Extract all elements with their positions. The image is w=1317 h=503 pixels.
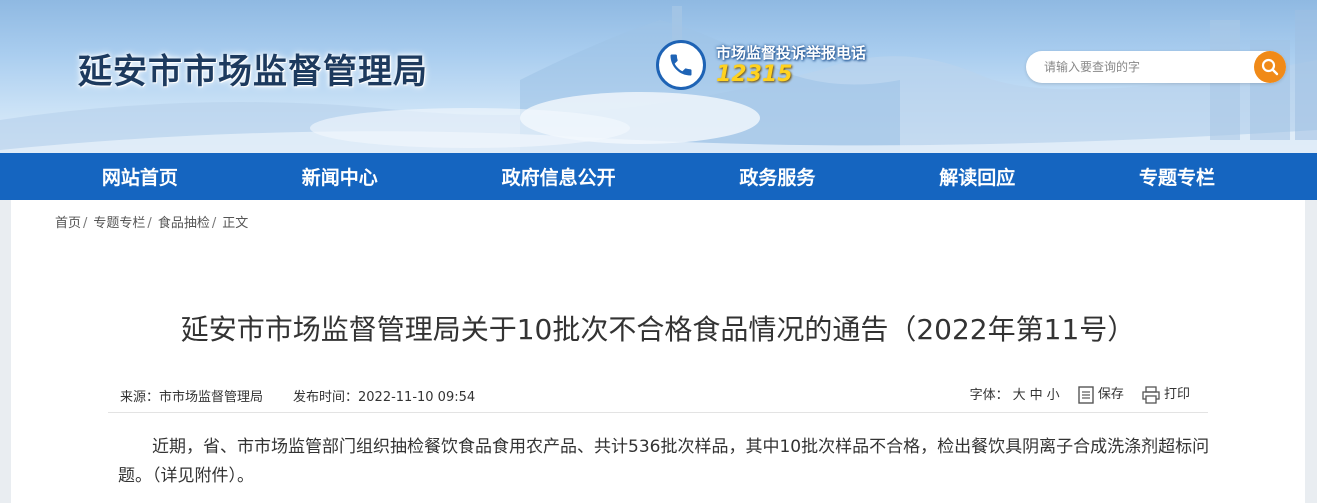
nav-item-gov-info[interactable]: 政府信息公开 xyxy=(502,163,616,190)
search-input[interactable] xyxy=(1044,58,1244,76)
search-box xyxy=(1026,51,1286,83)
search-button[interactable] xyxy=(1254,51,1286,83)
breadcrumb: 首页 / 专题专栏 / 食品抽检 / 正文 xyxy=(55,212,248,231)
nav-item-home[interactable]: 网站首页 xyxy=(102,163,178,190)
article-title: 延安市市场监督管理局关于10批次不合格食品情况的通告（2022年第11号） xyxy=(180,313,1136,346)
nav-item-services[interactable]: 政务服务 xyxy=(739,163,815,190)
main-nav: 网站首页 新闻中心 政府信息公开 政务服务 解读回应 专题专栏 xyxy=(0,153,1317,200)
phone-icon xyxy=(656,40,706,90)
article-publish-time: 发布时间：2022-11-10 09:54 xyxy=(293,390,476,405)
breadcrumb-special[interactable]: 专题专栏 xyxy=(93,216,145,231)
hotline-number: 12315 xyxy=(716,62,793,87)
font-size-small-button[interactable]: 小 xyxy=(1047,384,1060,403)
search-icon xyxy=(1261,58,1279,76)
print-button[interactable]: 打印 xyxy=(1142,383,1190,404)
save-icon xyxy=(1078,385,1094,404)
article-paragraph: 近期，省、市市场监管部门组织抽检餐饮食品食用农产品、共计536批次样品，其中10… xyxy=(118,437,1210,486)
print-icon xyxy=(1142,385,1160,404)
breadcrumb-separator: / xyxy=(147,216,152,231)
article-source: 来源：市市场监督管理局 xyxy=(120,390,264,405)
site-title: 延安市市场监督管理局 xyxy=(78,52,428,92)
breadcrumb-separator: / xyxy=(83,216,88,231)
article-meta: 来源：市市场监督管理局 发布时间：2022-11-10 09:54 字体：大中小… xyxy=(108,383,1208,413)
hotline-label: 市场监督投诉举报电话 xyxy=(716,44,867,62)
article-tools: 字体：大中小 保存 打印 xyxy=(970,383,1190,405)
nav-item-special[interactable]: 专题专栏 xyxy=(1139,163,1215,190)
print-label: 打印 xyxy=(1163,387,1190,402)
font-size-large-button[interactable]: 大 xyxy=(1013,384,1026,403)
save-label: 保存 xyxy=(1097,387,1124,402)
breadcrumb-food-inspection[interactable]: 食品抽检 xyxy=(158,216,210,231)
content-panel: 首页 / 专题专栏 / 食品抽检 / 正文 延安市市场监督管理局关于10批次不合格食品情况的… xyxy=(11,200,1305,503)
nav-item-news[interactable]: 新闻中心 xyxy=(302,163,378,190)
breadcrumb-current: 正文 xyxy=(222,216,249,231)
breadcrumb-separator: / xyxy=(211,216,217,231)
font-size-label: 字体： xyxy=(969,387,1009,403)
nav-item-interpretation[interactable]: 解读回应 xyxy=(939,163,1015,190)
breadcrumb-home[interactable]: 首页 xyxy=(55,216,81,231)
font-size-medium-button[interactable]: 中 xyxy=(1030,384,1043,403)
site-header: 延安市市场监督管理局 市场监督投诉举报电话 12315 xyxy=(0,0,1317,153)
save-button[interactable]: 保存 xyxy=(1078,383,1124,404)
